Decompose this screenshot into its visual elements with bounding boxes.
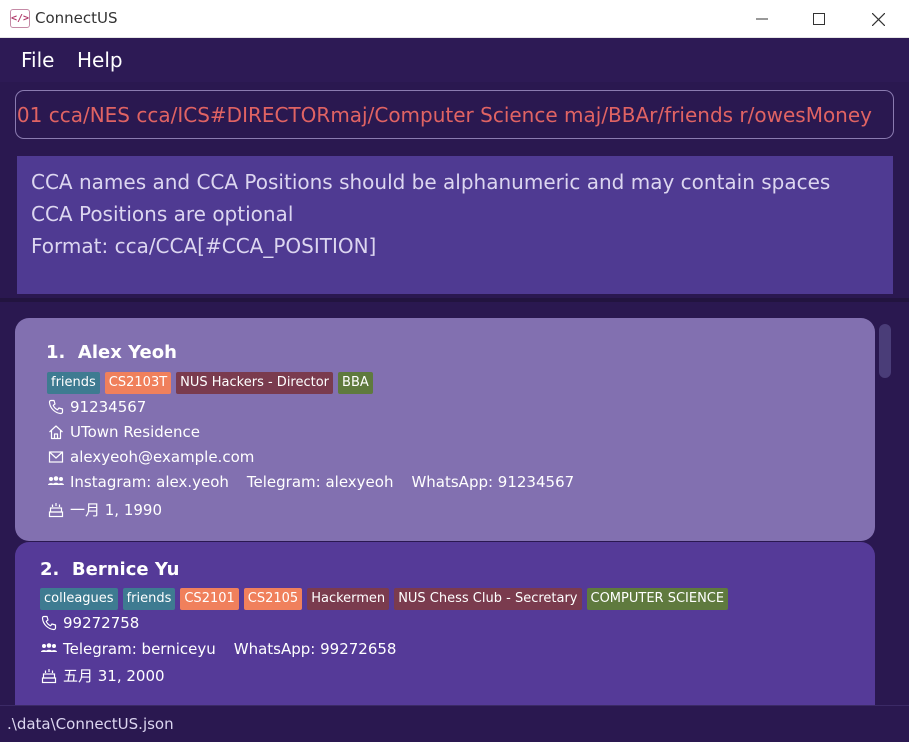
contact-index: 2. — [40, 559, 60, 580]
contact-name-line: 1. Alex Yeoh — [46, 342, 177, 363]
address: UTown Residence — [70, 423, 201, 441]
socials-row: Telegram: berniceyu WhatsApp: 99272658 — [40, 640, 396, 658]
menu-help[interactable]: Help — [77, 48, 123, 72]
list-scrollbar[interactable] — [879, 324, 891, 378]
tag: CS2103T — [104, 372, 172, 394]
close-icon — [871, 12, 885, 26]
phone-row: 99272758 — [40, 614, 139, 632]
phone-number: 99272758 — [63, 614, 140, 632]
title-bar: </> ConnectUS — [0, 0, 909, 38]
contact-index: 1. — [46, 342, 66, 363]
minimize-icon — [756, 18, 768, 20]
tag: NUS Hackers - Director — [176, 372, 334, 394]
socials-row: Instagram: alex.yeoh Telegram: alexyeoh … — [47, 473, 574, 491]
result-area: CCA names and CCA Positions should be al… — [0, 148, 909, 302]
tag: CS2105 — [243, 588, 303, 610]
command-input[interactable]: od/CS2101 cca/NES cca/ICS#DIRECTORmaj/Co… — [15, 90, 894, 139]
contact-name: Bernice Yu — [71, 559, 180, 580]
birthday-row: 五月 31, 2000 — [40, 665, 165, 686]
birthday-row: 一月 1, 1990 — [47, 499, 162, 520]
home-icon — [47, 423, 65, 441]
result-line: CCA Positions are optional — [31, 202, 294, 226]
tag: Hackermen — [307, 588, 390, 610]
tag: friends — [47, 372, 100, 394]
command-area: od/CS2101 cca/NES cca/ICS#DIRECTORmaj/Co… — [0, 82, 909, 148]
birthday: 五月 31, 2000 — [63, 667, 165, 685]
birthday: 一月 1, 1990 — [70, 501, 163, 519]
contact-name-line: 2. Bernice Yu — [40, 559, 179, 580]
result-line: Format: cca/CCA[#CCA_POSITION] — [31, 234, 377, 258]
minimize-button[interactable] — [739, 0, 785, 38]
email: alexyeoh@example.com — [70, 448, 255, 466]
menu-file[interactable]: File — [21, 48, 54, 72]
address-row: UTown Residence — [47, 423, 200, 441]
people-icon — [40, 640, 58, 658]
social-instagram: Instagram: alex.yeoh — [70, 473, 229, 491]
phone-icon — [40, 614, 58, 632]
save-location: .\data\ConnectUS.json — [7, 715, 174, 733]
tag-list: friends CS2103T NUS Hackers - Director B… — [47, 372, 373, 394]
contact-card[interactable]: 2. Bernice Yu colleagues friends CS2101 … — [15, 542, 875, 705]
social-whatsapp: WhatsApp: 99272658 — [233, 640, 397, 658]
mail-icon — [47, 448, 65, 466]
tag: colleagues — [40, 588, 118, 610]
phone-number: 91234567 — [70, 398, 147, 416]
maximize-icon — [813, 13, 825, 25]
tag: CS2101 — [180, 588, 239, 610]
contact-card[interactable]: 1. Alex Yeoh friends CS2103T NUS Hackers… — [15, 318, 875, 541]
menu-bar: File Help — [0, 38, 909, 82]
result-display: CCA names and CCA Positions should be al… — [17, 156, 893, 294]
email-row: alexyeoh@example.com — [47, 448, 254, 466]
phone-icon — [47, 398, 65, 416]
close-button[interactable] — [855, 0, 901, 38]
tag: NUS Chess Club - Secretary — [394, 588, 582, 610]
command-text: od/CS2101 cca/NES cca/ICS#DIRECTORmaj/Co… — [15, 103, 872, 127]
cake-icon — [40, 667, 58, 685]
people-icon — [47, 473, 65, 491]
phone-row: 91234567 — [47, 398, 146, 416]
contact-name: Alex Yeoh — [77, 342, 177, 363]
status-bar: .\data\ConnectUS.json — [0, 705, 909, 742]
maximize-button[interactable] — [796, 0, 842, 38]
social-telegram: Telegram: berniceyu — [63, 640, 216, 658]
tag: BBA — [338, 372, 373, 394]
cake-icon — [47, 501, 65, 519]
social-whatsapp: WhatsApp: 91234567 — [411, 473, 575, 491]
tag: COMPUTER SCIENCE — [586, 588, 729, 610]
tag-list: colleagues friends CS2101 CS2105 Hackerm… — [40, 588, 729, 610]
tag: friends — [122, 588, 176, 610]
window-title: ConnectUS — [35, 9, 118, 27]
social-telegram: Telegram: alexyeoh — [246, 473, 394, 491]
result-line: CCA names and CCA Positions should be al… — [31, 170, 831, 194]
app-code-icon: </> — [10, 9, 30, 28]
contact-list[interactable]: 1. Alex Yeoh friends CS2103T NUS Hackers… — [0, 302, 909, 705]
